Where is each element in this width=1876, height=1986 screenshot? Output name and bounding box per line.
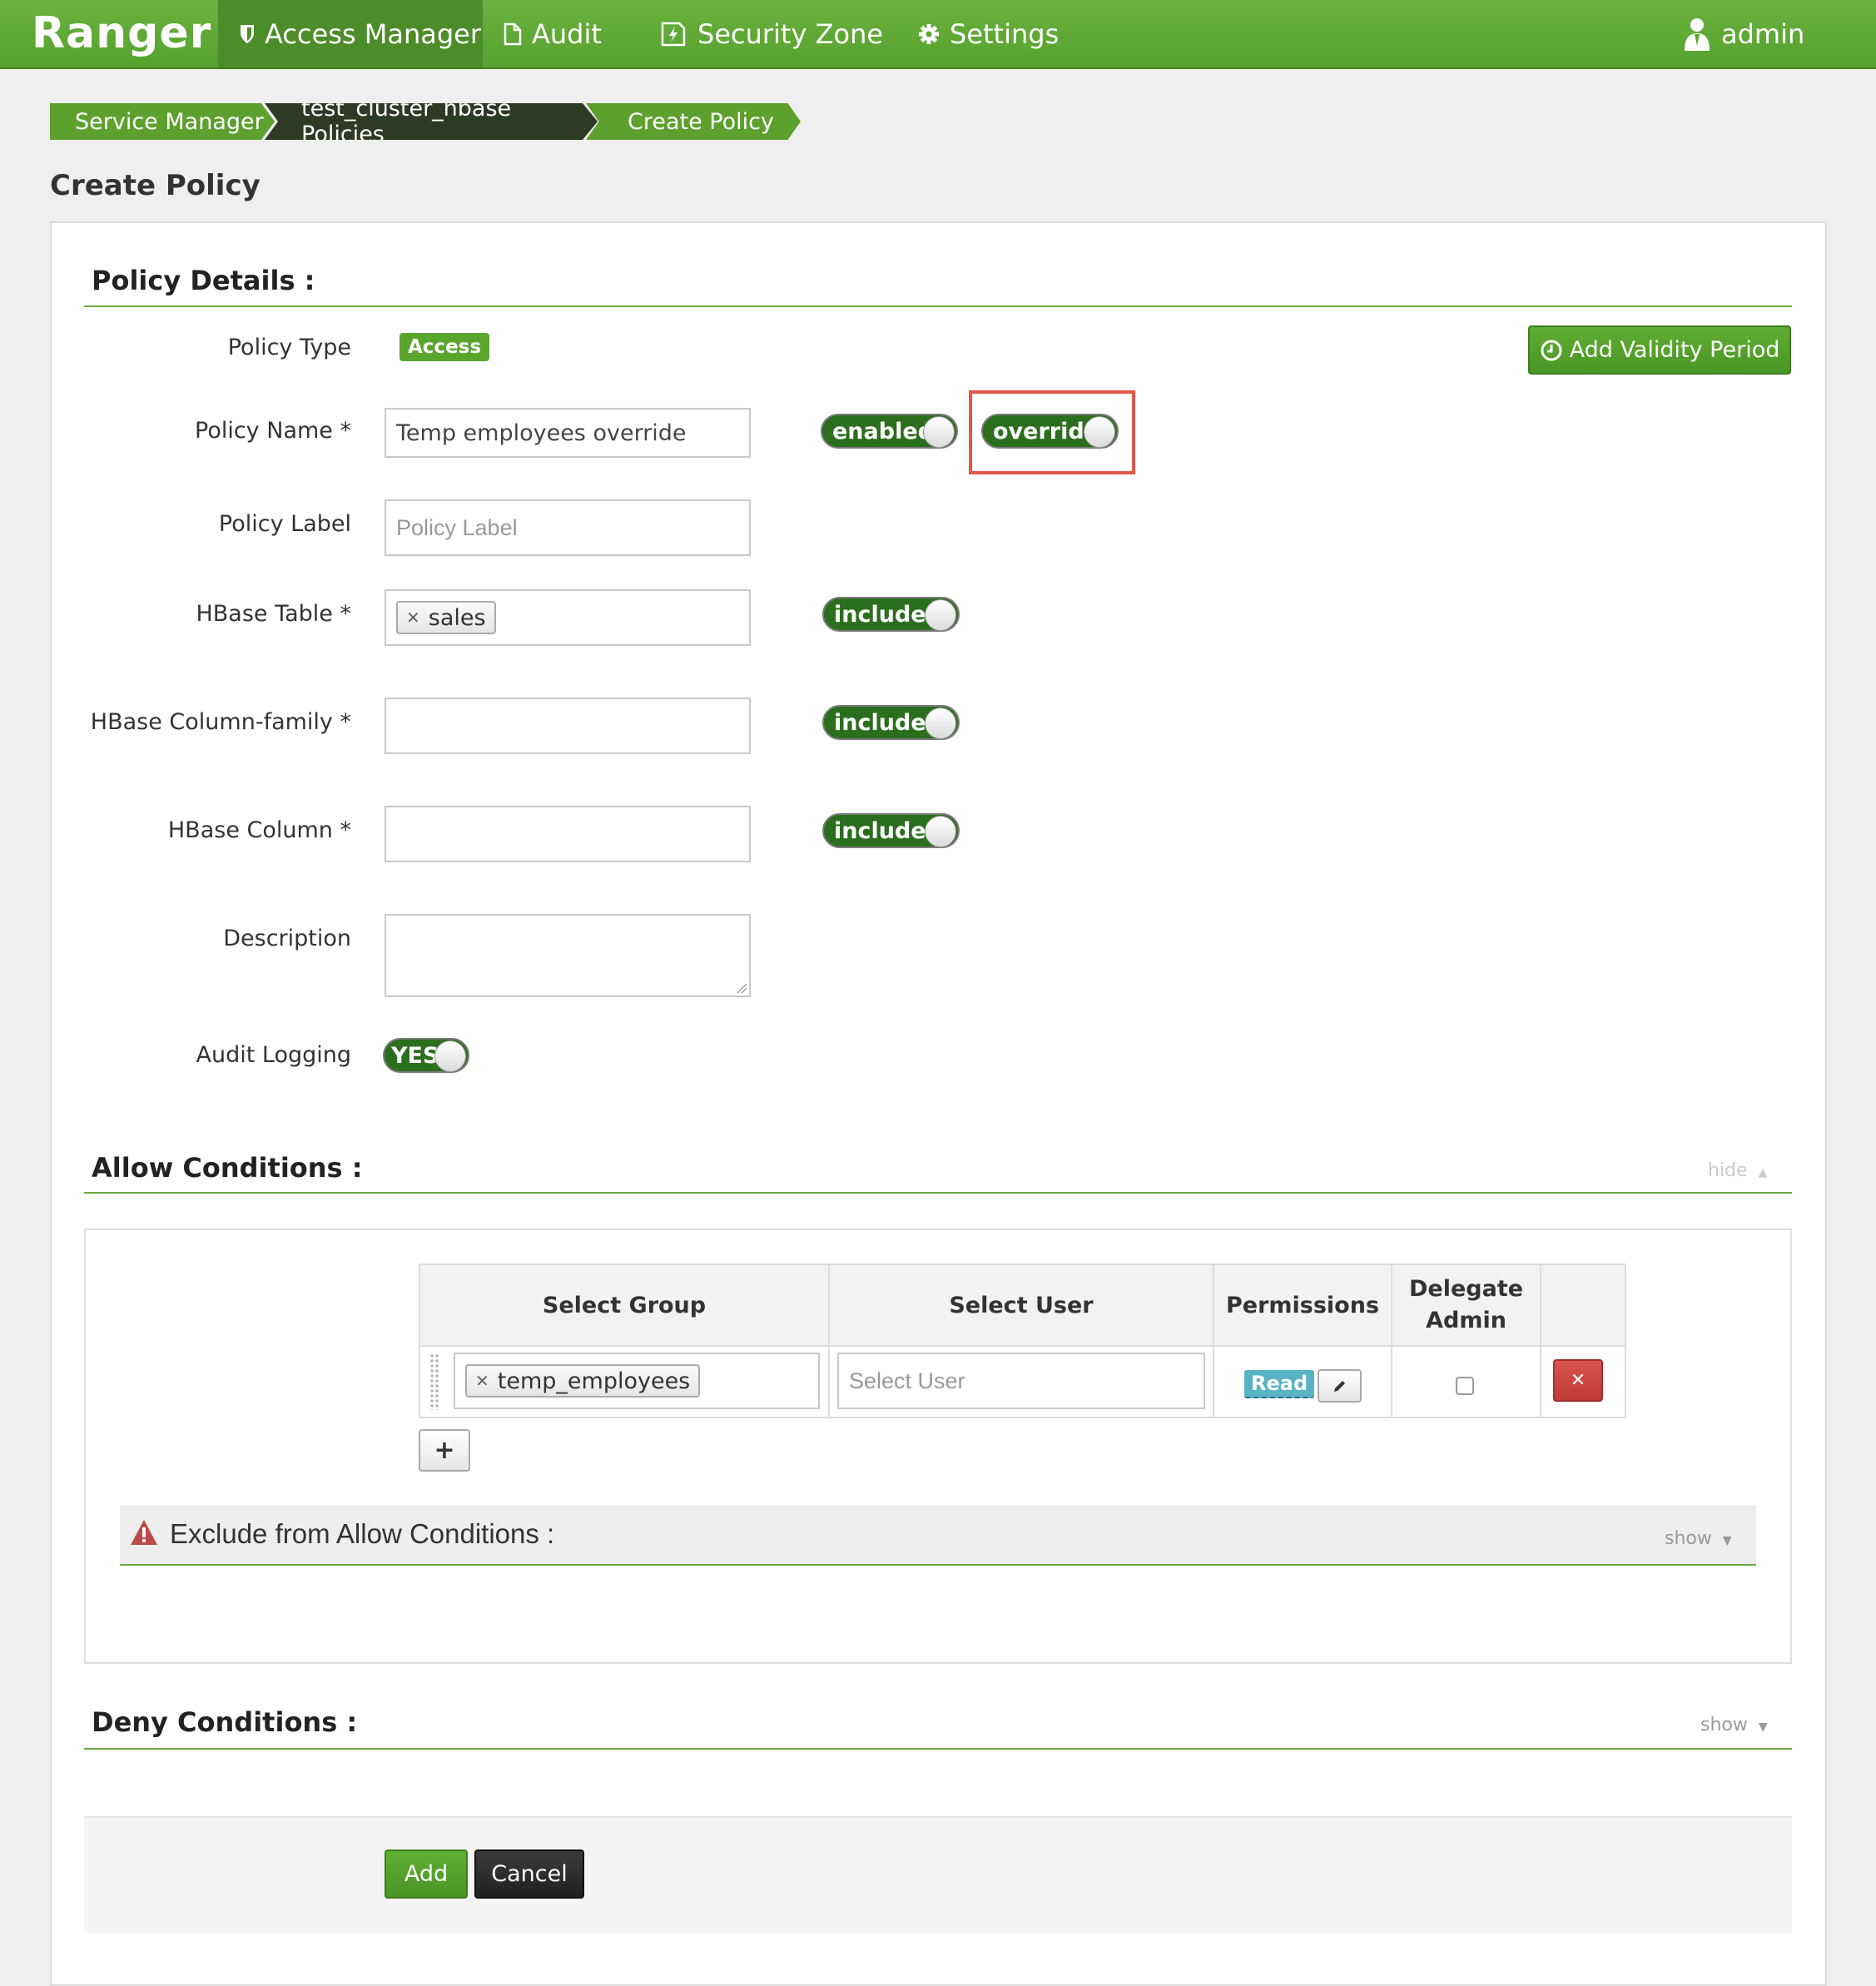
- toggle-knob: [925, 599, 956, 631]
- resize-handle-icon[interactable]: [736, 982, 747, 994]
- drag-handle-icon[interactable]: [429, 1353, 439, 1410]
- allow-conditions-divider: [84, 1192, 1792, 1194]
- hbase-table-tag[interactable]: ✕ sales: [396, 601, 496, 634]
- hbase-table-include-toggle[interactable]: include: [822, 597, 960, 632]
- form-footer: [84, 1816, 1792, 1933]
- allow-conditions-title: Allow Conditions :: [92, 1152, 363, 1184]
- column-header-permissions: Permissions: [1213, 1264, 1392, 1347]
- delegate-admin-checkbox[interactable]: [1456, 1377, 1474, 1395]
- hbase-table-input[interactable]: ✕ sales: [385, 589, 751, 646]
- add-validity-period-button[interactable]: Add Validity Period: [1528, 325, 1791, 375]
- policy-name-input[interactable]: Temp employees override: [385, 408, 751, 458]
- hbase-table-tag-label: sales: [428, 604, 486, 631]
- user-icon: [1683, 17, 1711, 51]
- include-toggle-label: include: [834, 709, 926, 736]
- toggle-knob: [925, 816, 956, 847]
- show-label: show: [1665, 1528, 1712, 1549]
- policy-type-badge: Access: [400, 333, 490, 361]
- toggle-knob: [925, 708, 956, 739]
- policy-label-input[interactable]: Policy Label: [385, 499, 751, 556]
- add-validity-period-label: Add Validity Period: [1569, 337, 1780, 363]
- permission-read-tag[interactable]: Read: [1244, 1370, 1315, 1398]
- close-icon: ✕: [1570, 1370, 1586, 1391]
- edit-permissions-button[interactable]: [1318, 1369, 1362, 1403]
- group-tag[interactable]: ✕ temp_employees: [465, 1364, 701, 1398]
- user-menu[interactable]: admin: [1683, 0, 1804, 67]
- caret-up-icon: ▲: [1758, 1166, 1768, 1179]
- policy-type-label: Policy Type: [227, 335, 351, 360]
- remove-tag-icon[interactable]: ✕: [475, 1371, 489, 1391]
- nav-audit-label: Audit: [532, 17, 602, 50]
- security-zone-icon: [659, 20, 687, 48]
- audit-logging-toggle[interactable]: YES: [383, 1038, 469, 1073]
- shield-icon: [240, 23, 255, 45]
- group-tag-label: temp_employees: [497, 1368, 691, 1394]
- hbase-column-family-input[interactable]: [385, 698, 751, 754]
- exclude-show-toggle[interactable]: show ▼: [1665, 1528, 1732, 1549]
- top-navbar: Ranger Access Manager Audit Security Zon…: [0, 0, 1876, 69]
- toggle-knob: [434, 1040, 466, 1072]
- nav-settings[interactable]: Settings: [918, 0, 1059, 67]
- hbase-column-label: HBase Column *: [167, 817, 351, 843]
- deny-conditions-divider: [84, 1748, 1792, 1750]
- enabled-toggle-label: enabled: [832, 418, 934, 444]
- caret-down-icon: ▼: [1722, 1534, 1732, 1547]
- file-icon: [504, 22, 522, 46]
- caret-down-icon: ▼: [1758, 1720, 1768, 1734]
- column-header-select-user: Select User: [828, 1264, 1214, 1347]
- column-header-delegate-admin: Delegate Admin: [1390, 1264, 1542, 1347]
- enabled-toggle[interactable]: enabled: [821, 414, 958, 449]
- hide-label: hide: [1708, 1160, 1748, 1181]
- exclude-from-allow-title: Exclude from Allow Conditions :: [170, 1518, 555, 1549]
- policy-details-divider: [84, 305, 1792, 307]
- audit-logging-value: YES: [391, 1042, 439, 1069]
- include-toggle-label: include: [834, 817, 926, 844]
- hbase-column-family-include-toggle[interactable]: include: [822, 705, 960, 740]
- gear-icon: [918, 23, 940, 45]
- deny-conditions-title: Deny Conditions :: [92, 1706, 358, 1738]
- nav-security-zone[interactable]: Security Zone: [659, 0, 883, 67]
- nav-settings-label: Settings: [950, 17, 1060, 50]
- delete-row-button[interactable]: ✕: [1553, 1359, 1603, 1402]
- policy-label-label: Policy Label: [218, 511, 351, 537]
- override-highlight-box: [969, 390, 1135, 474]
- nav-access-manager-label: Access Manager: [265, 17, 481, 50]
- select-group-input[interactable]: ✕ temp_employees: [454, 1353, 820, 1409]
- add-row-button[interactable]: +: [419, 1429, 470, 1472]
- show-label: show: [1700, 1715, 1748, 1735]
- add-button[interactable]: Add: [385, 1849, 468, 1899]
- description-textarea[interactable]: [385, 914, 751, 997]
- column-header-select-group: Select Group: [419, 1264, 830, 1347]
- brand-logo[interactable]: Ranger: [32, 8, 211, 58]
- allow-conditions-hide-toggle[interactable]: hide ▲: [1708, 1160, 1767, 1181]
- pencil-icon: [1333, 1381, 1345, 1392]
- policy-name-label: Policy Name *: [195, 418, 351, 444]
- hbase-table-label: HBase Table *: [196, 601, 351, 627]
- breadcrumb-policies[interactable]: test_cluster_hbase Policies: [265, 103, 598, 140]
- page-title: Create Policy: [50, 169, 261, 202]
- hbase-column-include-toggle[interactable]: include: [822, 813, 960, 848]
- audit-logging-label: Audit Logging: [196, 1042, 351, 1068]
- include-toggle-label: include: [834, 601, 926, 628]
- policy-details-title: Policy Details :: [92, 265, 315, 296]
- warning-icon: [131, 1520, 157, 1545]
- nav-security-zone-label: Security Zone: [697, 17, 884, 50]
- description-label: Description: [223, 926, 351, 951]
- cancel-button[interactable]: Cancel: [474, 1849, 584, 1899]
- nav-access-manager[interactable]: Access Manager: [218, 0, 483, 67]
- breadcrumb-create-policy: Create Policy: [586, 103, 801, 140]
- toggle-knob: [923, 416, 955, 448]
- hbase-column-input[interactable]: [385, 806, 751, 862]
- nav-audit[interactable]: Audit: [504, 0, 602, 67]
- clock-icon: [1540, 339, 1563, 362]
- select-user-input[interactable]: Select User: [837, 1353, 1205, 1409]
- remove-tag-icon[interactable]: ✕: [406, 608, 420, 628]
- breadcrumb-service-manager[interactable]: Service Manager: [50, 103, 275, 140]
- column-header-actions: [1540, 1264, 1627, 1347]
- hbase-column-family-label: HBase Column-family *: [90, 709, 351, 735]
- user-name: admin: [1721, 17, 1805, 50]
- plus-icon: +: [434, 1436, 455, 1465]
- deny-conditions-show-toggle[interactable]: show ▼: [1700, 1715, 1768, 1735]
